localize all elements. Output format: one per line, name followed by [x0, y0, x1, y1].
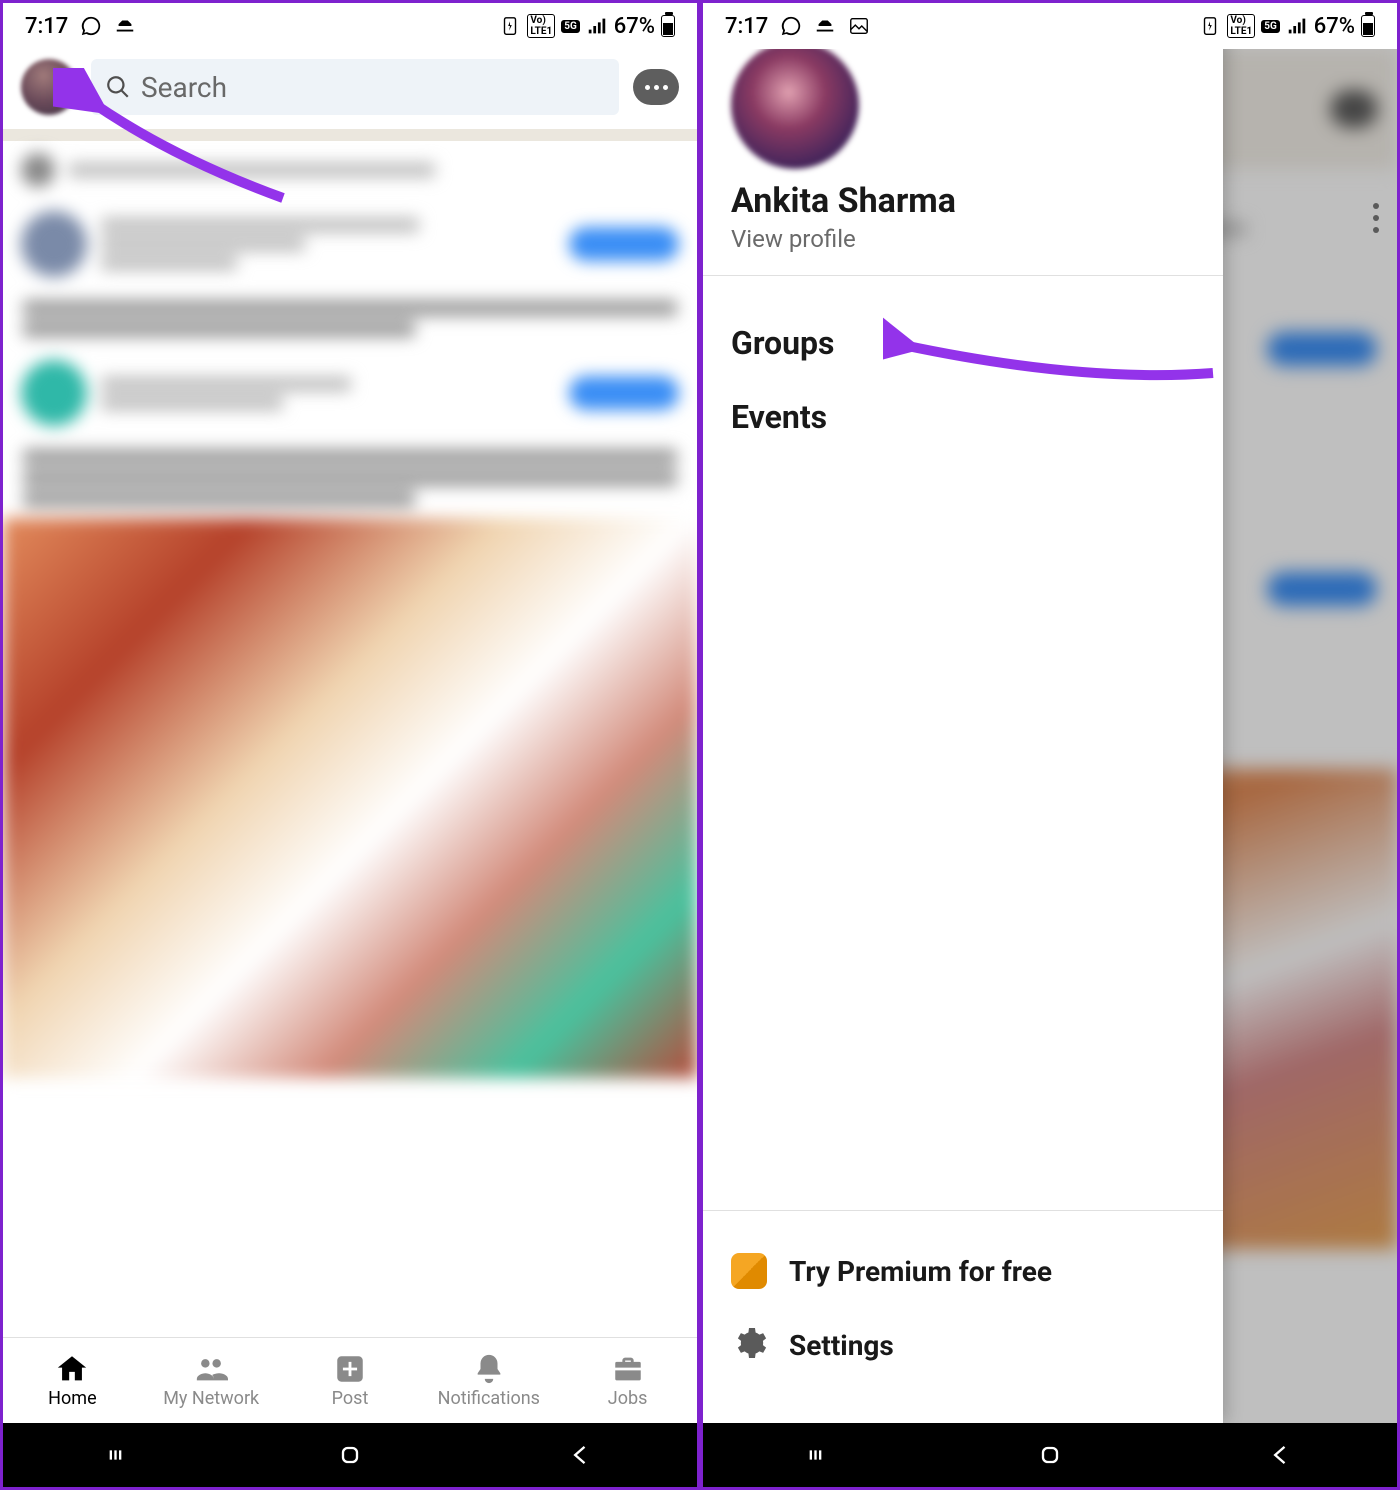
chat-icon: [645, 85, 668, 90]
whatsapp-icon: [80, 15, 102, 37]
profile-avatar-button[interactable]: [21, 59, 77, 115]
battery-percent: 67%: [1314, 14, 1355, 39]
status-bar: 7:17 Vo)LTE1 5G 67%: [3, 3, 697, 49]
bell-icon: [472, 1352, 506, 1386]
volte-icon: Vo)LTE1: [527, 14, 555, 38]
profile-name: Ankita Sharma: [731, 181, 1195, 221]
5g-icon: 5G: [561, 20, 580, 33]
drawer-settings-label: Settings: [789, 1329, 894, 1362]
phone-left: 7:17 Vo)LTE1 5G 67% Search: [0, 0, 700, 1490]
nav-jobs-label: Jobs: [608, 1388, 648, 1409]
app-header: Search: [3, 49, 697, 129]
back-button[interactable]: [551, 1441, 611, 1469]
overflow-menu-button[interactable]: [1373, 203, 1379, 233]
nav-post-label: Post: [332, 1388, 369, 1409]
screen-home: 7:17 Vo)LTE1 5G 67% Search: [3, 3, 697, 1487]
feed-blurred: [3, 141, 697, 1337]
status-bar: 7:17 Vo)LTE1 5G 67%: [703, 3, 1397, 49]
nav-jobs[interactable]: Jobs: [558, 1338, 697, 1423]
nav-network-label: My Network: [163, 1388, 259, 1409]
search-icon: [105, 74, 131, 100]
home-button[interactable]: [1020, 1441, 1080, 1469]
screen-drawer: 7:17 Vo)LTE1 5G 67%: [703, 3, 1397, 1487]
status-time: 7:17: [725, 14, 768, 39]
battery-saver-icon: [1199, 15, 1221, 37]
gallery-icon: [848, 15, 870, 37]
missed-call-icon: [814, 15, 836, 37]
drawer-premium-label: Try Premium for free: [789, 1255, 1052, 1288]
volte-icon: Vo)LTE1: [1227, 14, 1255, 38]
phone-right: 7:17 Vo)LTE1 5G 67%: [700, 0, 1400, 1490]
nav-post[interactable]: Post: [281, 1338, 420, 1423]
drawer-item-groups[interactable]: Groups: [731, 306, 1195, 380]
android-navbar: [703, 1423, 1397, 1487]
drawer-item-settings[interactable]: Settings: [731, 1307, 1195, 1383]
status-time: 7:17: [25, 14, 68, 39]
nav-notifications[interactable]: Notifications: [419, 1338, 558, 1423]
android-navbar: [3, 1423, 697, 1487]
messaging-button[interactable]: [633, 69, 679, 105]
view-profile-link[interactable]: View profile: [731, 225, 1195, 253]
search-input[interactable]: Search: [91, 59, 619, 115]
premium-icon: [731, 1253, 767, 1289]
divider: [3, 129, 697, 141]
home-icon: [55, 1352, 89, 1386]
nav-home[interactable]: Home: [3, 1338, 142, 1423]
whatsapp-icon: [780, 15, 802, 37]
nav-home-label: Home: [48, 1388, 96, 1409]
battery-icon: [1361, 15, 1375, 37]
battery-percent: 67%: [614, 14, 655, 39]
recents-button[interactable]: [789, 1441, 849, 1469]
plus-square-icon: [333, 1352, 367, 1386]
briefcase-icon: [611, 1352, 645, 1386]
drawer-item-premium[interactable]: Try Premium for free: [731, 1235, 1195, 1307]
people-icon: [194, 1352, 228, 1386]
battery-icon: [661, 15, 675, 37]
signal-icon: [1286, 15, 1308, 37]
back-button[interactable]: [1251, 1441, 1311, 1469]
gear-icon: [731, 1325, 767, 1365]
recents-button[interactable]: [89, 1441, 149, 1469]
search-placeholder: Search: [141, 71, 227, 104]
battery-saver-icon: [499, 15, 521, 37]
5g-icon: 5G: [1261, 20, 1280, 33]
home-button[interactable]: [320, 1441, 380, 1469]
nav-network[interactable]: My Network: [142, 1338, 281, 1423]
bottom-nav: Home My Network Post Notifications Jobs: [3, 1337, 697, 1423]
nav-notifications-label: Notifications: [438, 1388, 540, 1409]
drawer-avatar[interactable]: [731, 41, 859, 169]
side-drawer: Ankita Sharma View profile Groups Events…: [703, 3, 1223, 1423]
signal-icon: [586, 15, 608, 37]
missed-call-icon: [114, 15, 136, 37]
drawer-item-events[interactable]: Events: [731, 380, 1195, 454]
